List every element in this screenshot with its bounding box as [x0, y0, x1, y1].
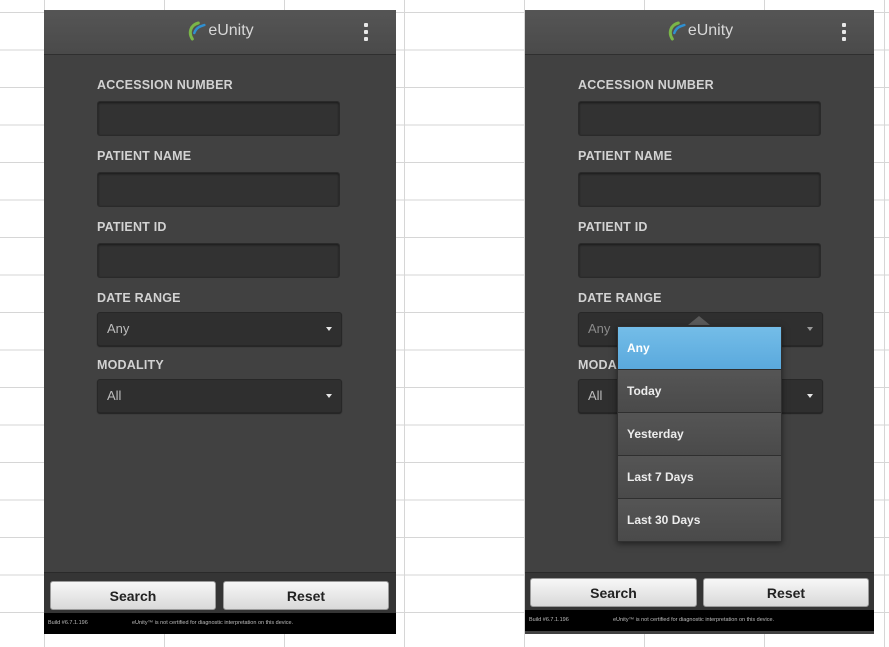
- patient-id-input[interactable]: [97, 243, 340, 278]
- dropdown-pointer: [688, 316, 710, 325]
- search-button[interactable]: Search: [50, 581, 216, 610]
- app-logo-text: eUnity: [208, 22, 254, 39]
- modality-label: MODALITY: [97, 358, 164, 372]
- search-form: ACCESSION NUMBER PATIENT NAME PATIENT ID…: [97, 77, 342, 424]
- accession-number-input[interactable]: [578, 101, 821, 136]
- certification-note: eUnity™ is not certified for diagnostic …: [132, 620, 294, 626]
- date-range-dropdown: Any Today Yesterday Last 7 Days Last 30 …: [617, 326, 782, 542]
- search-button[interactable]: Search: [530, 578, 697, 607]
- modality-select[interactable]: All: [97, 379, 342, 413]
- chevron-down-icon: [326, 394, 332, 398]
- action-bar: Search Reset: [44, 572, 396, 613]
- date-range-option[interactable]: Last 7 Days: [618, 456, 781, 499]
- screen-right: eUnity ACCESSION NUMBER PATIENT NAME PAT…: [525, 10, 874, 634]
- patient-id-input[interactable]: [578, 243, 821, 278]
- patient-name-label: PATIENT NAME: [578, 149, 673, 163]
- build-number: Build #6.7.1.196: [529, 617, 569, 623]
- app-header: eUnity: [44, 10, 396, 55]
- accession-number-label: ACCESSION NUMBER: [97, 78, 233, 92]
- overflow-menu-icon[interactable]: [363, 23, 369, 41]
- patient-name-label: PATIENT NAME: [97, 149, 192, 163]
- date-range-option[interactable]: Last 30 Days: [618, 499, 781, 541]
- footer-bar: Build #6.7.1.196 eUnity™ is not certifie…: [44, 613, 396, 634]
- chevron-down-icon: [326, 327, 332, 331]
- patient-id-label: PATIENT ID: [97, 220, 167, 234]
- date-range-select[interactable]: Any: [97, 312, 342, 346]
- build-number: Build #6.7.1.196: [48, 620, 88, 626]
- app-logo: eUnity: [186, 21, 254, 41]
- date-range-value: Any: [588, 321, 611, 336]
- app-logo-text: eUnity: [687, 22, 734, 39]
- date-range-option[interactable]: Today: [618, 370, 781, 413]
- patient-name-input[interactable]: [97, 172, 340, 207]
- date-range-option[interactable]: Any: [618, 327, 781, 370]
- patient-name-input[interactable]: [578, 172, 821, 207]
- reset-button[interactable]: Reset: [703, 578, 869, 607]
- eunity-logo-icon: [188, 21, 206, 41]
- chevron-down-icon: [807, 327, 813, 331]
- patient-id-label: PATIENT ID: [578, 220, 648, 234]
- date-range-value: Any: [107, 321, 130, 336]
- screen-left: eUnity ACCESSION NUMBER PATIENT NAME PAT…: [44, 10, 396, 634]
- footer-bar: Build #6.7.1.196 eUnity™ is not certifie…: [525, 610, 874, 631]
- date-range-label: DATE RANGE: [97, 291, 181, 305]
- certification-note: eUnity™ is not certified for diagnostic …: [613, 617, 775, 623]
- eunity-logo-icon: [668, 21, 686, 41]
- accession-number-input[interactable]: [97, 101, 340, 136]
- date-range-option[interactable]: Yesterday: [618, 413, 781, 456]
- reset-button[interactable]: Reset: [223, 581, 389, 610]
- modality-value: All: [107, 388, 122, 403]
- action-bar: Search Reset: [525, 572, 874, 613]
- overflow-menu-icon[interactable]: [841, 23, 847, 41]
- app-logo: eUnity: [666, 21, 733, 41]
- accession-number-label: ACCESSION NUMBER: [578, 78, 714, 92]
- app-header: eUnity: [525, 10, 874, 55]
- modality-value: All: [588, 388, 603, 403]
- date-range-label: DATE RANGE: [578, 291, 662, 305]
- chevron-down-icon: [807, 394, 813, 398]
